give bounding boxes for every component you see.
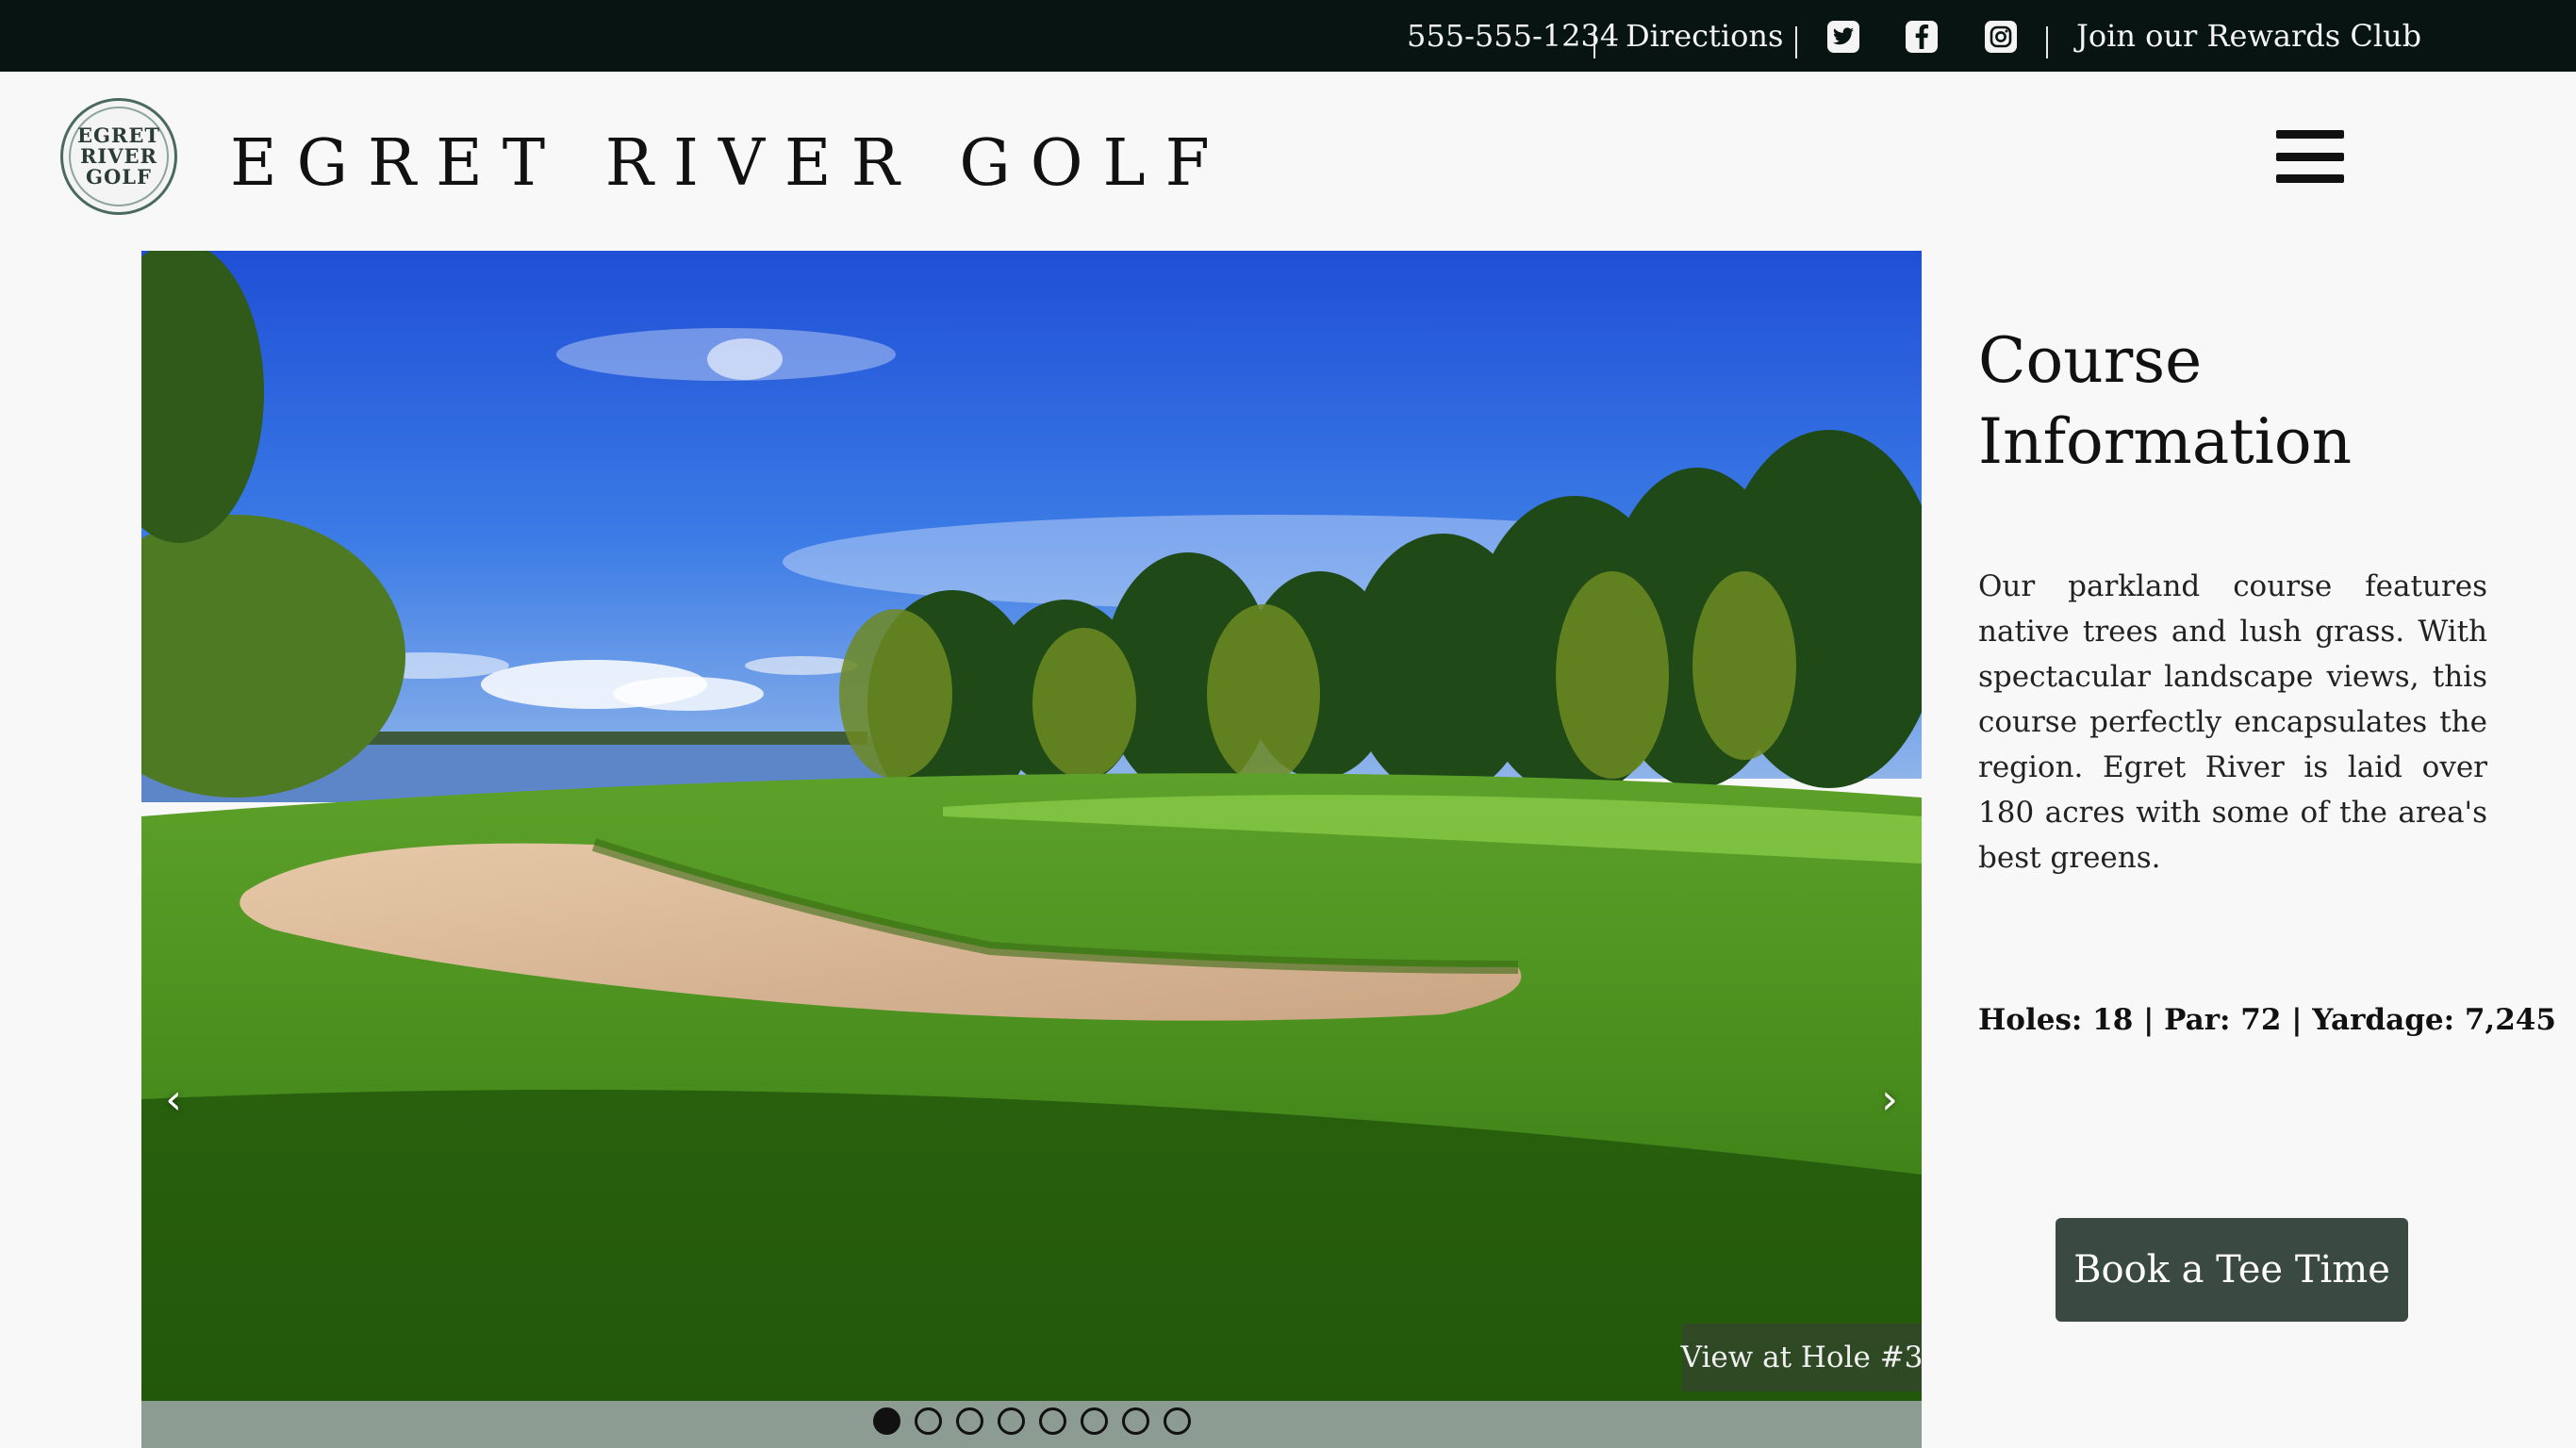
menu-bar: [2276, 152, 2344, 161]
slider-pagination-bar: [141, 1401, 1922, 1448]
book-tee-time-button[interactable]: Book a Tee Time: [2056, 1218, 2408, 1322]
slide-dot-1[interactable]: [873, 1407, 900, 1435]
brand-name[interactable]: EGRET RIVER GOLF: [230, 124, 1230, 204]
divider: [1795, 26, 1797, 58]
golf-course-photo: [141, 251, 1922, 1401]
logo-line: GOLF: [86, 165, 152, 189]
slide-dot-8[interactable]: [1164, 1407, 1191, 1435]
course-info-title: Course Information: [1978, 324, 2353, 478]
logo-text: EGRET RIVER GOLF: [69, 107, 169, 206]
facebook-icon[interactable]: [1906, 21, 1938, 53]
logo[interactable]: EGRET RIVER GOLF: [60, 98, 177, 215]
next-slide-arrow[interactable]: ›: [1871, 1071, 1908, 1127]
directions-link[interactable]: Directions: [1626, 0, 1783, 72]
logo-line: EGRET: [76, 123, 161, 147]
top-utility-bar: 555-555-1234 Directions Join our Rewards…: [0, 0, 2576, 72]
divider: [1593, 26, 1595, 58]
course-info-description: Our parkland course features native tree…: [1978, 569, 2487, 875]
menu-bar: [2276, 174, 2344, 183]
hamburger-menu-icon[interactable]: [2276, 130, 2344, 183]
slide-caption: View at Hole #3: [1681, 1324, 1922, 1391]
divider: [2046, 26, 2048, 58]
slide-dot-3[interactable]: [956, 1407, 983, 1435]
slide-dot-2[interactable]: [915, 1407, 942, 1435]
slide-dot-4[interactable]: [998, 1407, 1025, 1435]
twitter-icon[interactable]: [1827, 21, 1859, 53]
menu-bar: [2276, 130, 2344, 139]
rewards-club-link[interactable]: Join our Rewards Club: [2076, 0, 2421, 72]
logo-line: RIVER: [79, 144, 158, 168]
prev-slide-arrow[interactable]: ‹: [155, 1071, 192, 1127]
course-stats: Holes: 18 | Par: 72 | Yardage: 7,245: [1978, 1003, 2556, 1037]
phone-link[interactable]: 555-555-1234: [1407, 0, 1619, 72]
slide-dot-5[interactable]: [1039, 1407, 1066, 1435]
slide-dot-7[interactable]: [1122, 1407, 1149, 1435]
instagram-icon[interactable]: [1985, 21, 2017, 53]
slide-dot-6[interactable]: [1081, 1407, 1108, 1435]
hero-slider: ‹ › View at Hole #3: [141, 251, 1922, 1401]
